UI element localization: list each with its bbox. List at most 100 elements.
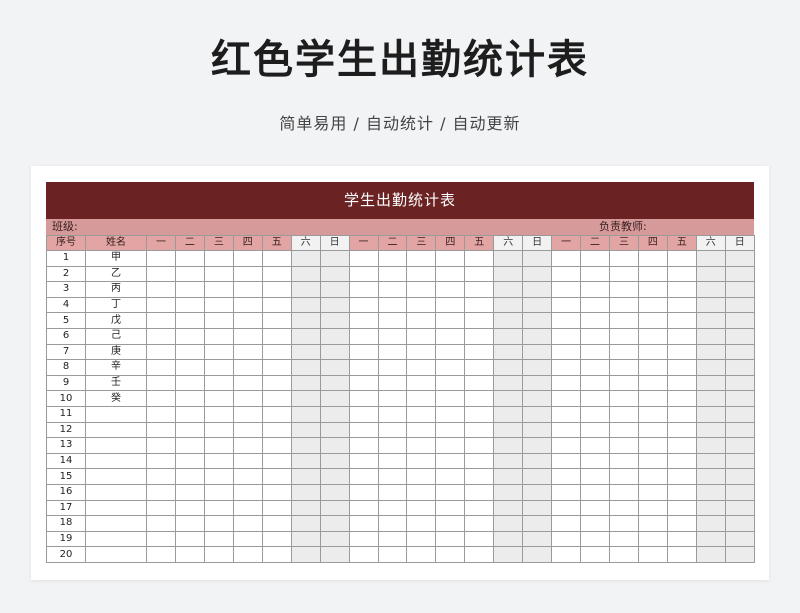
attendance-cell[interactable] [174, 437, 205, 454]
attendance-cell[interactable] [377, 359, 408, 376]
attendance-cell[interactable] [203, 296, 234, 314]
attendance-cell[interactable] [203, 265, 234, 283]
attendance-cell[interactable] [290, 483, 321, 501]
attendance-cell[interactable] [348, 250, 379, 267]
attendance-cell[interactable] [261, 530, 292, 548]
attendance-cell[interactable] [522, 515, 553, 532]
row-student-name[interactable] [85, 452, 147, 470]
attendance-cell[interactable] [724, 483, 755, 501]
attendance-cell[interactable] [522, 265, 553, 283]
attendance-cell[interactable] [609, 390, 639, 407]
attendance-cell[interactable] [580, 296, 610, 314]
attendance-cell[interactable] [406, 452, 437, 470]
attendance-cell[interactable] [493, 515, 524, 532]
attendance-cell[interactable] [406, 359, 437, 376]
attendance-cell[interactable] [174, 359, 205, 376]
attendance-cell[interactable] [724, 437, 755, 454]
attendance-cell[interactable] [406, 343, 437, 361]
attendance-cell[interactable] [377, 437, 408, 454]
attendance-cell[interactable] [666, 530, 697, 548]
attendance-cell[interactable] [637, 312, 668, 329]
attendance-cell[interactable] [435, 312, 466, 329]
attendance-cell[interactable] [290, 343, 321, 361]
attendance-cell[interactable] [637, 374, 668, 392]
attendance-cell[interactable] [464, 452, 495, 470]
attendance-cell[interactable] [551, 390, 582, 407]
attendance-cell[interactable] [637, 327, 668, 345]
attendance-cell[interactable] [724, 390, 755, 407]
attendance-cell[interactable] [522, 327, 553, 345]
attendance-cell[interactable] [406, 405, 437, 423]
attendance-cell[interactable] [493, 265, 524, 283]
attendance-cell[interactable] [203, 530, 234, 548]
attendance-cell[interactable] [551, 296, 582, 314]
attendance-cell[interactable] [203, 390, 234, 407]
attendance-cell[interactable] [146, 296, 176, 314]
attendance-cell[interactable] [203, 499, 234, 517]
attendance-cell[interactable] [551, 327, 582, 345]
attendance-cell[interactable] [319, 265, 350, 283]
attendance-cell[interactable] [695, 312, 726, 329]
attendance-cell[interactable] [464, 499, 495, 517]
attendance-cell[interactable] [666, 327, 697, 345]
attendance-cell[interactable] [146, 515, 176, 532]
attendance-cell[interactable] [348, 452, 379, 470]
attendance-cell[interactable] [609, 405, 639, 423]
attendance-cell[interactable] [406, 327, 437, 345]
attendance-cell[interactable] [319, 546, 350, 563]
attendance-cell[interactable] [464, 483, 495, 501]
attendance-cell[interactable] [580, 405, 610, 423]
attendance-cell[interactable] [261, 374, 292, 392]
attendance-cell[interactable] [493, 374, 524, 392]
attendance-cell[interactable] [551, 250, 582, 267]
attendance-cell[interactable] [377, 546, 408, 563]
attendance-cell[interactable] [232, 421, 263, 439]
attendance-cell[interactable] [146, 390, 176, 407]
attendance-cell[interactable] [435, 515, 466, 532]
attendance-cell[interactable] [580, 530, 610, 548]
attendance-cell[interactable] [609, 265, 639, 283]
attendance-cell[interactable] [348, 530, 379, 548]
attendance-cell[interactable] [435, 405, 466, 423]
attendance-cell[interactable] [232, 327, 263, 345]
attendance-cell[interactable] [261, 546, 292, 563]
attendance-cell[interactable] [580, 343, 610, 361]
attendance-cell[interactable] [666, 437, 697, 454]
attendance-cell[interactable] [580, 390, 610, 407]
attendance-cell[interactable] [695, 281, 726, 298]
attendance-cell[interactable] [377, 421, 408, 439]
attendance-cell[interactable] [203, 468, 234, 485]
attendance-cell[interactable] [319, 327, 350, 345]
attendance-cell[interactable] [261, 327, 292, 345]
attendance-cell[interactable] [666, 296, 697, 314]
attendance-cell[interactable] [348, 359, 379, 376]
attendance-cell[interactable] [406, 312, 437, 329]
attendance-cell[interactable] [551, 546, 582, 563]
attendance-cell[interactable] [666, 265, 697, 283]
row-student-name[interactable]: 丁 [85, 296, 147, 314]
attendance-cell[interactable] [637, 265, 668, 283]
attendance-cell[interactable] [551, 405, 582, 423]
attendance-cell[interactable] [348, 499, 379, 517]
attendance-cell[interactable] [637, 296, 668, 314]
attendance-cell[interactable] [724, 468, 755, 485]
attendance-cell[interactable] [319, 296, 350, 314]
attendance-cell[interactable] [174, 546, 205, 563]
attendance-cell[interactable] [609, 281, 639, 298]
attendance-cell[interactable] [203, 483, 234, 501]
attendance-cell[interactable] [724, 296, 755, 314]
attendance-cell[interactable] [551, 359, 582, 376]
attendance-cell[interactable] [146, 405, 176, 423]
attendance-cell[interactable] [695, 250, 726, 267]
attendance-cell[interactable] [724, 312, 755, 329]
attendance-cell[interactable] [203, 405, 234, 423]
attendance-cell[interactable] [146, 421, 176, 439]
attendance-cell[interactable] [464, 250, 495, 267]
attendance-cell[interactable] [261, 281, 292, 298]
attendance-cell[interactable] [319, 405, 350, 423]
attendance-cell[interactable] [146, 250, 176, 267]
attendance-cell[interactable] [464, 468, 495, 485]
attendance-cell[interactable] [695, 515, 726, 532]
attendance-cell[interactable] [261, 452, 292, 470]
attendance-cell[interactable] [493, 390, 524, 407]
